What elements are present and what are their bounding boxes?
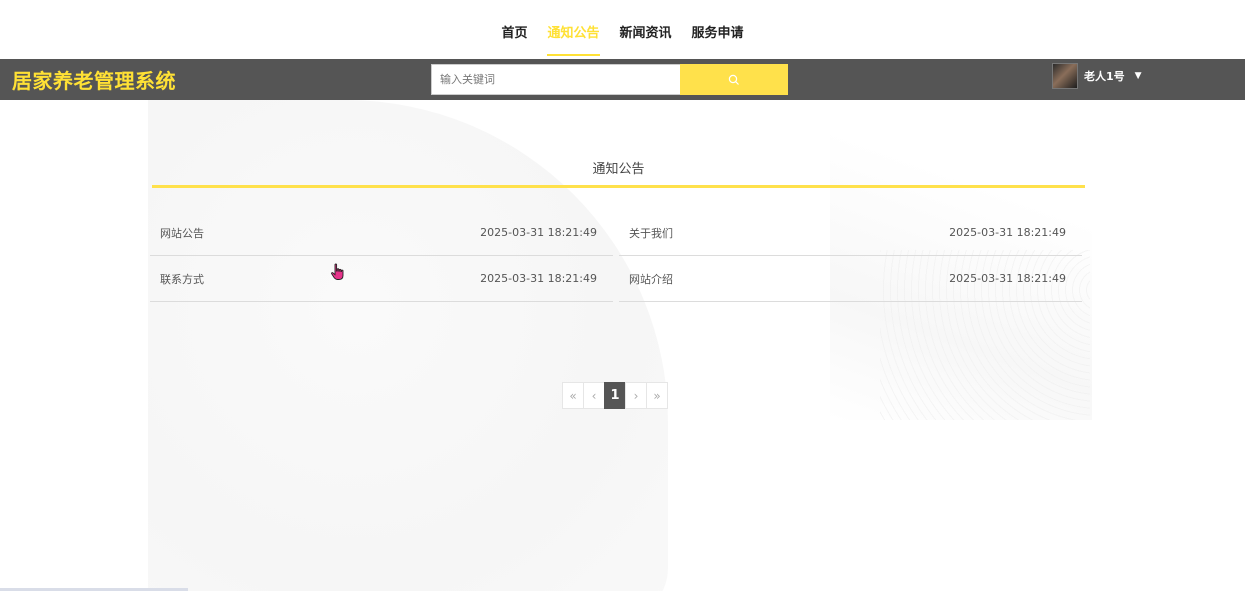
search-button[interactable] — [680, 64, 788, 95]
notice-date: 2025-03-31 18:21:49 — [949, 272, 1066, 285]
last-page-button[interactable]: » — [646, 382, 668, 409]
search-icon — [728, 74, 739, 85]
notice-title: 网站介绍 — [629, 272, 673, 286]
pagination: « ‹ 1 › » — [562, 382, 668, 409]
site-brand: 居家养老管理系统 — [12, 69, 176, 93]
list-item[interactable]: 关于我们 2025-03-31 18:21:49 — [619, 210, 1082, 256]
notice-title: 联系方式 — [160, 272, 204, 286]
list-item[interactable]: 网站介绍 2025-03-31 18:21:49 — [619, 256, 1082, 302]
hand-cursor-icon — [330, 263, 346, 285]
notice-list: 网站公告 2025-03-31 18:21:49 关于我们 2025-03-31… — [150, 210, 1082, 302]
list-item[interactable]: 联系方式 2025-03-31 18:21:49 — [150, 256, 613, 302]
nav-item-home[interactable]: 首页 — [501, 0, 527, 56]
list-item[interactable]: 网站公告 2025-03-31 18:21:49 — [150, 210, 613, 256]
current-page-button[interactable]: 1 — [604, 382, 626, 409]
search-box — [431, 64, 788, 95]
notice-date: 2025-03-31 18:21:49 — [949, 226, 1066, 239]
title-divider — [152, 185, 1085, 188]
user-menu[interactable]: 老人1号 ▼ — [1052, 63, 1142, 89]
notice-date: 2025-03-31 18:21:49 — [480, 226, 597, 239]
prev-page-button[interactable]: ‹ — [583, 382, 605, 409]
nav-item-notices[interactable]: 通知公告 — [547, 0, 600, 56]
notice-title: 关于我们 — [629, 226, 673, 240]
first-page-button[interactable]: « — [562, 382, 584, 409]
notice-title: 网站公告 — [160, 226, 204, 240]
nav-item-service-apply[interactable]: 服务申请 — [692, 0, 744, 56]
next-page-button[interactable]: › — [625, 382, 647, 409]
avatar — [1052, 63, 1078, 89]
page-title: 通知公告 — [592, 162, 645, 177]
user-name: 老人1号 — [1084, 70, 1125, 83]
header-bar: 居家养老管理系统 老人1号 ▼ — [0, 59, 1245, 100]
caret-down-icon: ▼ — [1134, 71, 1142, 81]
top-navigation: 首页 通知公告 新闻资讯 服务申请 — [0, 0, 1245, 59]
notice-date: 2025-03-31 18:21:49 — [480, 272, 597, 285]
search-input[interactable] — [431, 64, 680, 95]
nav-item-news[interactable]: 新闻资讯 — [620, 0, 672, 56]
